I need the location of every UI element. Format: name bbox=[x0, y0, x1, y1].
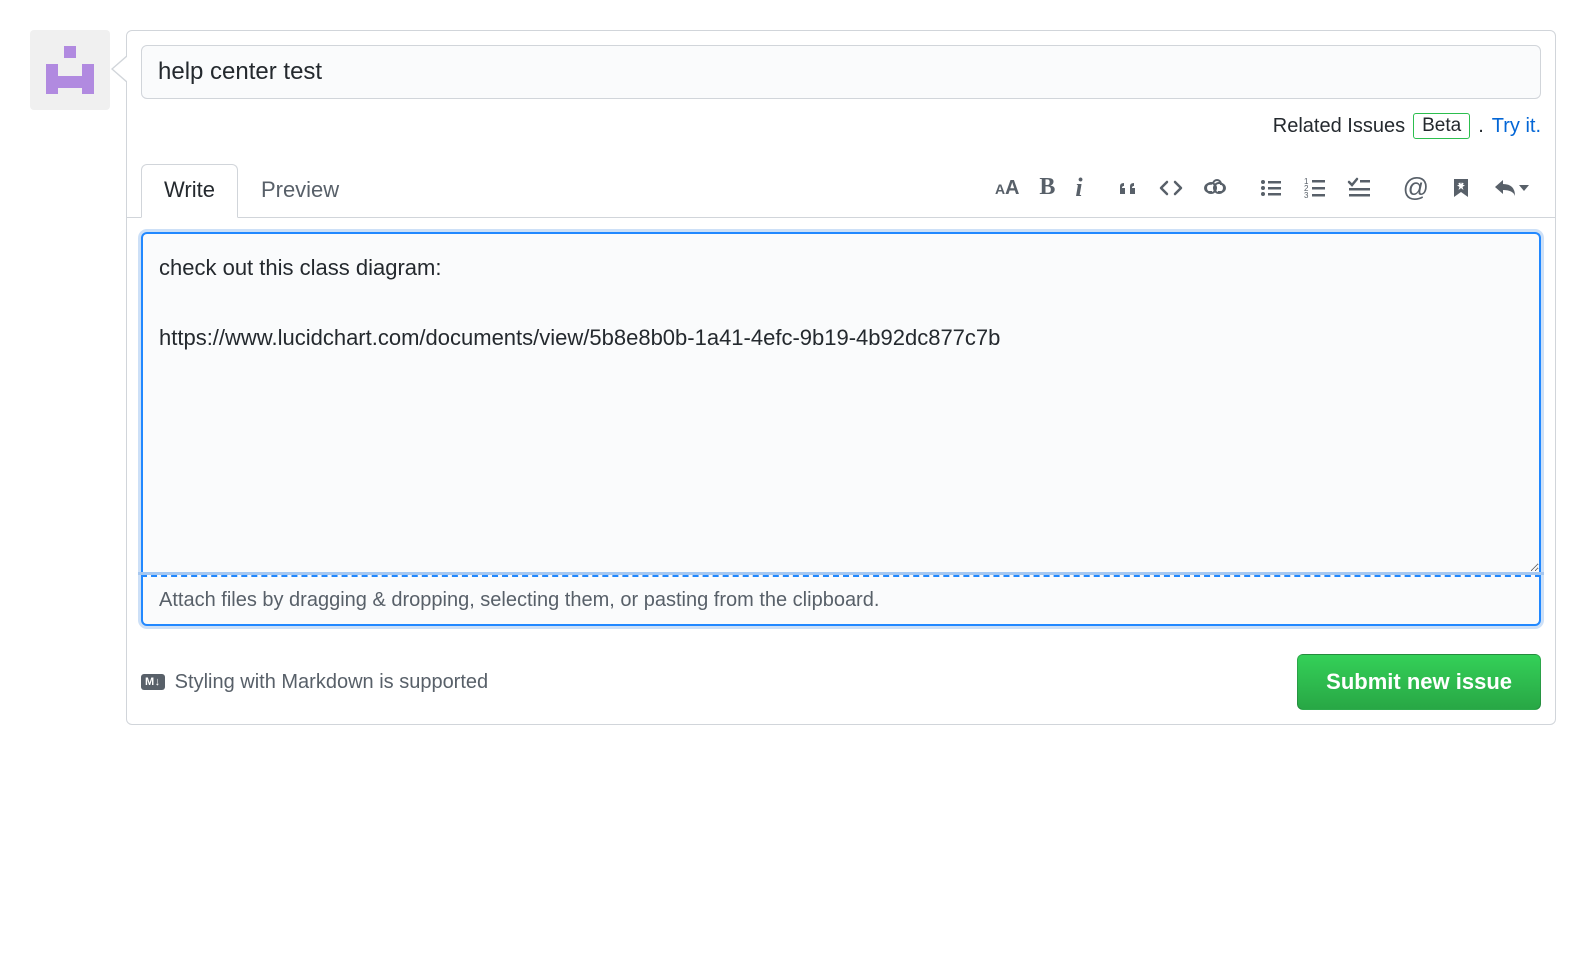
svg-text:3: 3 bbox=[1304, 191, 1309, 200]
text-style-group: AA B i bbox=[993, 171, 1084, 205]
avatar-icon bbox=[40, 40, 100, 100]
title-input[interactable] bbox=[141, 45, 1541, 99]
insert-group bbox=[1113, 174, 1229, 202]
bold-button[interactable]: B bbox=[1037, 172, 1057, 203]
try-it-link[interactable]: Try it. bbox=[1492, 115, 1541, 138]
reply-icon bbox=[1493, 176, 1517, 200]
list-group: 123 bbox=[1257, 174, 1373, 202]
heading-icon: AA bbox=[995, 176, 1019, 200]
comment-arrow bbox=[111, 55, 127, 83]
bookmark-icon bbox=[1449, 176, 1473, 200]
comment-box: Related Issues Beta . Try it. Write Prev… bbox=[126, 30, 1556, 725]
related-issues-row: Related Issues Beta . Try it. bbox=[127, 99, 1555, 139]
unordered-list-button[interactable] bbox=[1257, 174, 1285, 202]
chevron-down-icon bbox=[1519, 185, 1529, 191]
tabs-toolbar: Write Preview AA B i bbox=[127, 139, 1555, 218]
link-icon bbox=[1203, 176, 1227, 200]
mention-button[interactable]: @ bbox=[1401, 170, 1431, 205]
saved-reply-button[interactable] bbox=[1447, 174, 1475, 202]
tabs: Write Preview bbox=[141, 163, 362, 217]
markdown-icon: M↓ bbox=[141, 674, 165, 690]
title-section bbox=[127, 31, 1555, 99]
unordered-list-icon bbox=[1259, 176, 1283, 200]
reply-button[interactable] bbox=[1491, 174, 1531, 202]
svg-text:A: A bbox=[995, 181, 1005, 197]
ordered-list-icon: 123 bbox=[1303, 176, 1327, 200]
heading-button[interactable]: AA bbox=[993, 174, 1021, 202]
ordered-list-button[interactable]: 123 bbox=[1301, 174, 1329, 202]
svg-text:A: A bbox=[1005, 177, 1019, 199]
quote-button[interactable] bbox=[1113, 174, 1141, 202]
code-icon bbox=[1159, 176, 1183, 200]
comment-body-textarea[interactable] bbox=[141, 232, 1541, 572]
period: . bbox=[1478, 115, 1484, 138]
link-button[interactable] bbox=[1201, 174, 1229, 202]
quote-icon bbox=[1115, 176, 1139, 200]
issue-form: Related Issues Beta . Try it. Write Prev… bbox=[30, 30, 1556, 725]
tab-write[interactable]: Write bbox=[141, 164, 238, 218]
task-list-button[interactable] bbox=[1345, 174, 1373, 202]
beta-badge: Beta bbox=[1413, 113, 1470, 139]
code-button[interactable] bbox=[1157, 174, 1185, 202]
tab-preview[interactable]: Preview bbox=[238, 164, 362, 218]
attach-files-bar[interactable]: Attach files by dragging & dropping, sel… bbox=[141, 575, 1541, 626]
submit-issue-button[interactable]: Submit new issue bbox=[1297, 654, 1541, 710]
extra-group: @ bbox=[1401, 170, 1531, 205]
markdown-help-link[interactable]: M↓ Styling with Markdown is supported bbox=[141, 671, 488, 694]
task-list-icon bbox=[1347, 176, 1371, 200]
italic-button[interactable]: i bbox=[1073, 171, 1084, 205]
body-section: Attach files by dragging & dropping, sel… bbox=[127, 218, 1555, 640]
avatar bbox=[30, 30, 110, 110]
formatting-toolbar: AA B i bbox=[993, 170, 1541, 217]
footer: M↓ Styling with Markdown is supported Su… bbox=[127, 640, 1555, 724]
related-issues-label: Related Issues bbox=[1273, 115, 1405, 138]
markdown-help-text: Styling with Markdown is supported bbox=[175, 671, 488, 694]
